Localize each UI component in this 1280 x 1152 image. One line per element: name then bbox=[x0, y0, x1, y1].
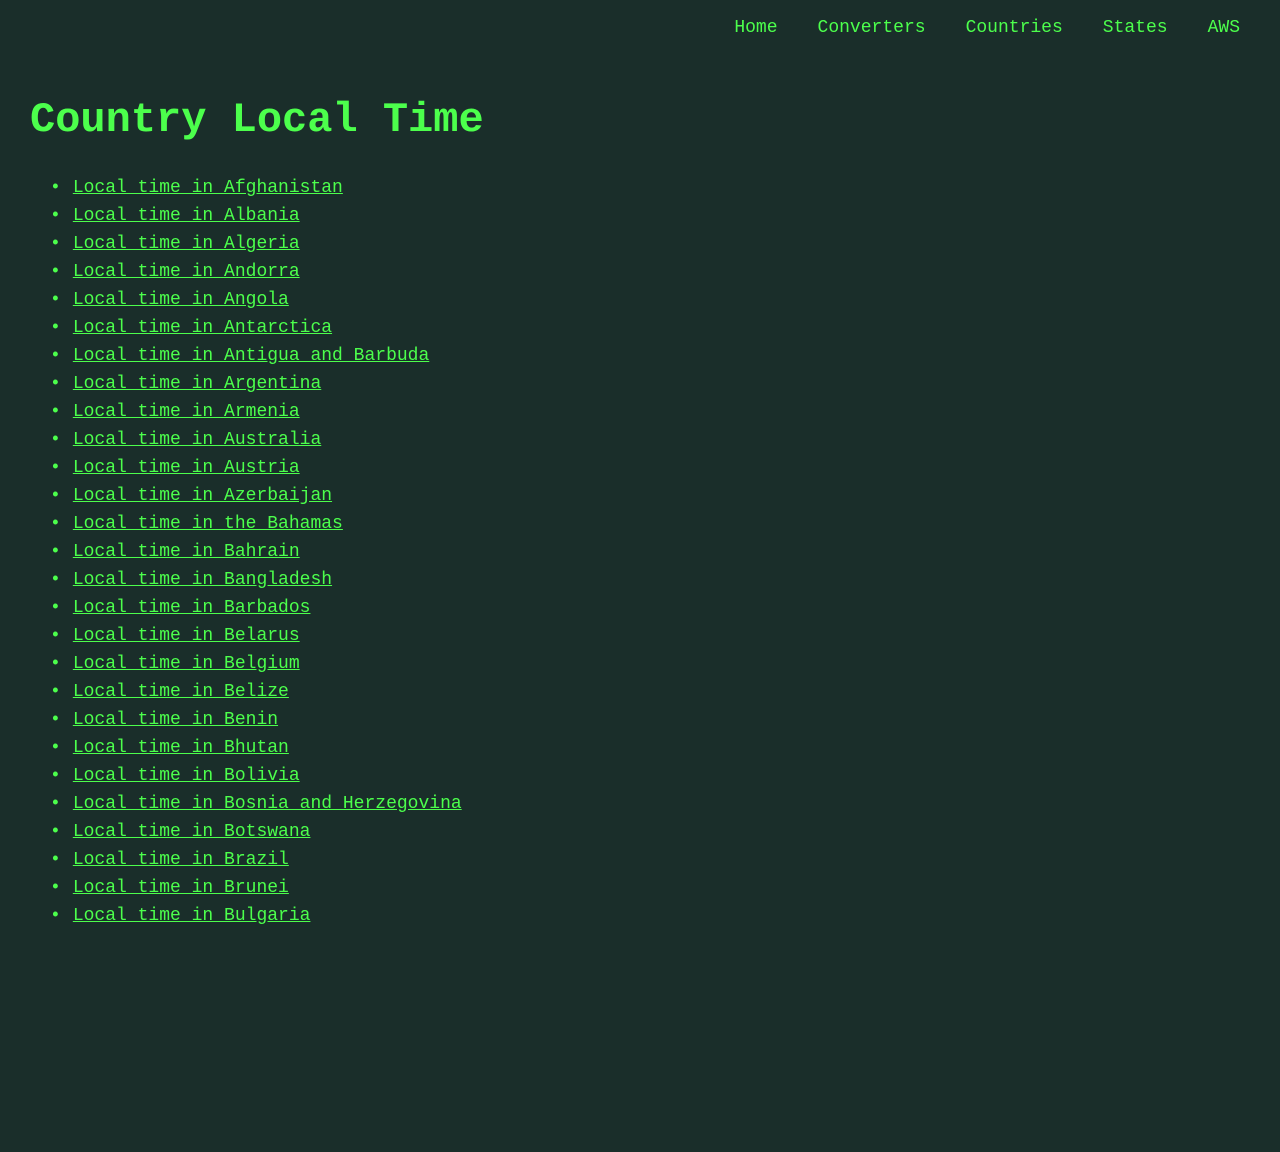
nav-countries[interactable]: Countries bbox=[966, 18, 1063, 38]
country-link[interactable]: Local time in Brazil bbox=[73, 850, 289, 870]
list-item: Local time in Antigua and Barbuda bbox=[50, 342, 1250, 370]
country-link[interactable]: Local time in Bangladesh bbox=[73, 570, 332, 590]
country-link[interactable]: Local time in Belgium bbox=[73, 654, 300, 674]
list-item: Local time in Austria bbox=[50, 454, 1250, 482]
country-link[interactable]: Local time in Bahrain bbox=[73, 542, 300, 562]
country-link[interactable]: Local time in the Bahamas bbox=[73, 514, 343, 534]
country-link[interactable]: Local time in Bosnia and Herzegovina bbox=[73, 794, 462, 814]
country-link[interactable]: Local time in Argentina bbox=[73, 374, 321, 394]
list-item: Local time in Benin bbox=[50, 706, 1250, 734]
list-item: Local time in Belgium bbox=[50, 650, 1250, 678]
list-item: Local time in Andorra bbox=[50, 258, 1250, 286]
list-item: Local time in Algeria bbox=[50, 230, 1250, 258]
country-link[interactable]: Local time in Brunei bbox=[73, 878, 289, 898]
country-list: Local time in Afghanistan Local time in A… bbox=[0, 164, 1280, 960]
country-link[interactable]: Local time in Antarctica bbox=[73, 318, 332, 338]
list-item: Local time in Bhutan bbox=[50, 734, 1250, 762]
list-item: Local time in Belize bbox=[50, 678, 1250, 706]
list-item: Local time in the Bahamas bbox=[50, 510, 1250, 538]
country-link[interactable]: Local time in Armenia bbox=[73, 402, 300, 422]
country-link[interactable]: Local time in Australia bbox=[73, 430, 321, 450]
list-item: Local time in Bolivia bbox=[50, 762, 1250, 790]
country-link[interactable]: Local time in Angola bbox=[73, 290, 289, 310]
list-item: Local time in Australia bbox=[50, 426, 1250, 454]
country-link[interactable]: Local time in Algeria bbox=[73, 234, 300, 254]
country-link[interactable]: Local time in Belize bbox=[73, 682, 289, 702]
list-item: Local time in Argentina bbox=[50, 370, 1250, 398]
country-link[interactable]: Local time in Bolivia bbox=[73, 766, 300, 786]
list-item: Local time in Armenia bbox=[50, 398, 1250, 426]
list-item: Local time in Antarctica bbox=[50, 314, 1250, 342]
country-link[interactable]: Local time in Andorra bbox=[73, 262, 300, 282]
list-item: Local time in Azerbaijan bbox=[50, 482, 1250, 510]
nav-aws[interactable]: AWS bbox=[1208, 18, 1240, 38]
country-link[interactable]: Local time in Albania bbox=[73, 206, 300, 226]
country-link[interactable]: Local time in Belarus bbox=[73, 626, 300, 646]
list-item: Local time in Albania bbox=[50, 202, 1250, 230]
country-link[interactable]: Local time in Bulgaria bbox=[73, 906, 311, 926]
nav-home[interactable]: Home bbox=[734, 18, 777, 38]
country-link[interactable]: Local time in Barbados bbox=[73, 598, 311, 618]
page-title: Country Local Time bbox=[0, 56, 1280, 164]
list-item: Local time in Belarus bbox=[50, 622, 1250, 650]
country-link[interactable]: Local time in Austria bbox=[73, 458, 300, 478]
list-item: Local time in Bahrain bbox=[50, 538, 1250, 566]
country-link[interactable]: Local time in Afghanistan bbox=[73, 178, 343, 198]
list-item: Local time in Barbados bbox=[50, 594, 1250, 622]
country-link[interactable]: Local time in Antigua and Barbuda bbox=[73, 346, 429, 366]
list-item: Local time in Brunei bbox=[50, 874, 1250, 902]
country-link[interactable]: Local time in Azerbaijan bbox=[73, 486, 332, 506]
list-item: Local time in Brazil bbox=[50, 846, 1250, 874]
country-link[interactable]: Local time in Bhutan bbox=[73, 738, 289, 758]
list-item: Local time in Afghanistan bbox=[50, 174, 1250, 202]
list-item: Local time in Bosnia and Herzegovina bbox=[50, 790, 1250, 818]
country-link[interactable]: Local time in Botswana bbox=[73, 822, 311, 842]
country-link[interactable]: Local time in Benin bbox=[73, 710, 278, 730]
list-item: Local time in Angola bbox=[50, 286, 1250, 314]
nav-states[interactable]: States bbox=[1103, 18, 1168, 38]
main-nav: Home Converters Countries States AWS bbox=[0, 0, 1280, 56]
nav-converters[interactable]: Converters bbox=[818, 18, 926, 38]
list-item: Local time in Botswana bbox=[50, 818, 1250, 846]
list-item: Local time in Bulgaria bbox=[50, 902, 1250, 930]
list-item: Local time in Bangladesh bbox=[50, 566, 1250, 594]
